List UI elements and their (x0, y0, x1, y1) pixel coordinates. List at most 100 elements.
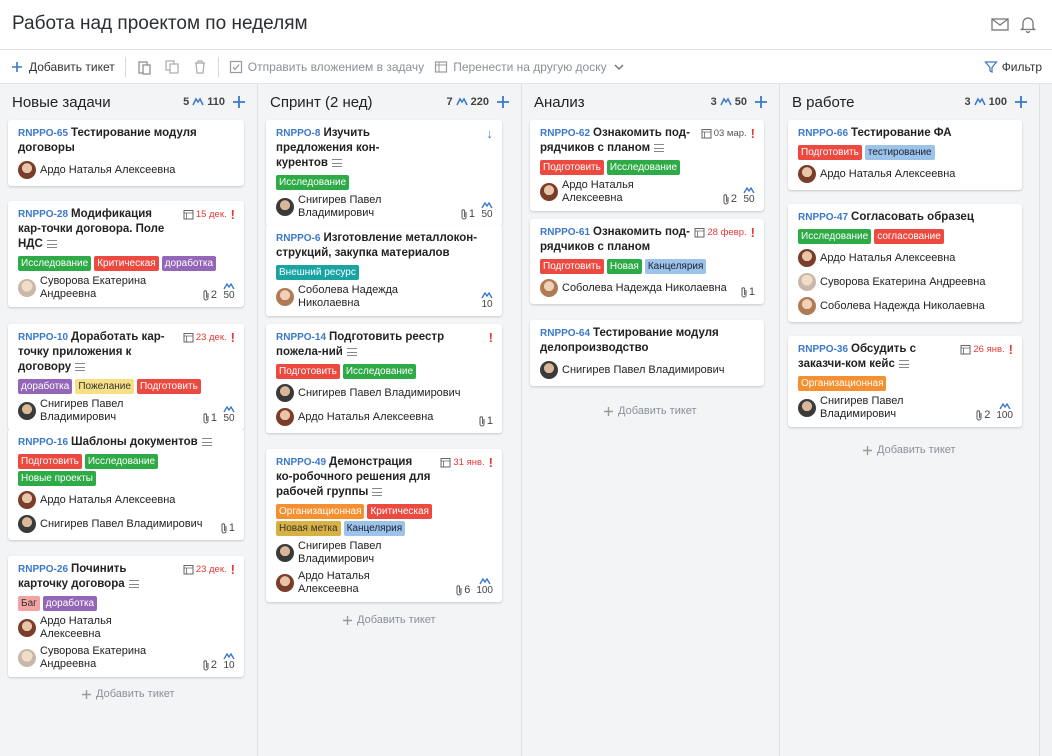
add-ticket-link[interactable]: Добавить тикет (862, 444, 956, 456)
tag-label[interactable]: Подготовить (18, 454, 82, 469)
paste-icon[interactable] (136, 59, 152, 75)
tag-label[interactable]: Канцелярия (644, 259, 707, 274)
ticket-card[interactable]: RNPPO-47 Согласовать образец Исследование с… (788, 204, 1022, 322)
ticket-id[interactable]: RNPPO-36 (798, 344, 848, 355)
avatar[interactable] (18, 161, 36, 179)
avatar[interactable] (798, 273, 816, 291)
tag-label[interactable]: Исследование (84, 454, 159, 469)
tag-label[interactable]: Исследование (342, 364, 417, 379)
ticket-card[interactable]: RNPPO-49 Демонстрация ко-робочного решени… (266, 449, 502, 602)
ticket-card[interactable]: RNPPO-8 Изучить предложения кон-курентов ↓… (266, 120, 502, 226)
tag-label[interactable]: Подготовить (540, 160, 604, 175)
add-ticket-link[interactable]: Добавить тикет (81, 688, 175, 700)
ticket-id[interactable]: RNPPO-28 (18, 209, 68, 220)
mail-icon[interactable] (990, 14, 1010, 34)
add-ticket-label: Добавить тикет (29, 59, 115, 74)
ticket-id[interactable]: RNPPO-62 (540, 128, 590, 139)
ticket-id[interactable]: RNPPO-61 (540, 227, 590, 238)
tag-label[interactable]: доработка (42, 596, 98, 611)
tag-label[interactable]: Новые проекты (18, 471, 96, 486)
avatar[interactable] (276, 544, 294, 562)
copy-icon[interactable] (164, 59, 180, 75)
add-card-plus-icon[interactable] (1013, 92, 1029, 112)
add-card-plus-icon[interactable] (753, 92, 769, 112)
add-card-plus-icon[interactable] (495, 92, 511, 112)
trash-icon[interactable] (192, 59, 208, 75)
avatar[interactable] (798, 399, 816, 417)
filter-button[interactable]: Фильтр (983, 50, 1042, 84)
ticket-card[interactable]: RNPPO-64 Тестирование модуля делопроизвод… (530, 320, 764, 386)
ticket-title: RNPPO-28 Модификация кар-точки договора. … (18, 207, 235, 252)
avatar[interactable] (18, 402, 36, 420)
add-card-plus-icon[interactable] (231, 92, 247, 112)
tag-label[interactable]: согласование (874, 229, 944, 244)
tag-label[interactable]: Организационная (798, 376, 887, 391)
ticket-card[interactable]: RNPPO-26 Починить карточку договора 23 дек… (8, 556, 244, 677)
ticket-card[interactable]: RNPPO-65 Тестирование модуля договоры Ардо… (8, 120, 244, 186)
avatar[interactable] (18, 491, 36, 509)
avatar[interactable] (540, 183, 558, 201)
due-date: 28 февр.! (694, 225, 755, 240)
tag-label[interactable]: Внешний ресурс (276, 265, 359, 280)
ticket-id[interactable]: RNPPO-6 (276, 233, 320, 244)
tag-label[interactable]: Исследование (606, 160, 681, 175)
tag-label[interactable]: Исследование (18, 256, 92, 271)
ticket-card[interactable]: RNPPO-62 Ознакомить под-рядчиков с планом… (530, 120, 764, 211)
tag-label[interactable]: Исследование (276, 175, 350, 190)
avatar[interactable] (798, 249, 816, 267)
ticket-id[interactable]: RNPPO-14 (276, 332, 326, 343)
ticket-card[interactable]: RNPPO-6 Изготовление металлокон-струкций,… (266, 225, 502, 316)
avatar[interactable] (18, 515, 36, 533)
tag-label[interactable]: Новая метка (276, 521, 341, 536)
ticket-id[interactable]: RNPPO-64 (540, 328, 590, 339)
ticket-card[interactable]: RNPPO-28 Модификация кар-точки договора. … (8, 201, 244, 307)
ticket-card[interactable]: RNPPO-66 Тестирование ФА Подготовить тестир… (788, 120, 1022, 190)
tag-label[interactable]: Критическая (94, 256, 159, 271)
tag-label[interactable]: Подготовить (276, 364, 340, 379)
avatar[interactable] (18, 619, 36, 637)
avatar[interactable] (798, 297, 816, 315)
ticket-id[interactable]: RNPPO-16 (18, 437, 68, 448)
tag-label[interactable]: Подготовить (136, 379, 201, 394)
avatar[interactable] (540, 279, 558, 297)
tag-label[interactable]: Пожелание (75, 379, 134, 394)
tag-label[interactable]: Критическая (367, 504, 432, 519)
tag-label[interactable]: доработка (161, 256, 217, 271)
avatar[interactable] (18, 649, 36, 667)
ticket-id[interactable]: RNPPO-47 (798, 212, 848, 223)
ticket-id[interactable]: RNPPO-66 (798, 128, 848, 139)
move-board-button[interactable]: Перенести на другую доску (434, 50, 624, 84)
ticket-id[interactable]: RNPPO-65 (18, 128, 68, 139)
ticket-id[interactable]: RNPPO-8 (276, 128, 320, 139)
tag-label[interactable]: доработка (18, 379, 73, 394)
tag-label[interactable]: Новая (606, 259, 642, 274)
tag-label[interactable]: Исследование (798, 229, 872, 244)
ticket-card[interactable]: RNPPO-36 Обсудить с заказчи-ком кейс 26 ян… (788, 336, 1022, 427)
tag-label[interactable]: Баг (18, 596, 40, 611)
avatar[interactable] (276, 384, 294, 402)
avatar[interactable] (276, 408, 294, 426)
tag-label[interactable]: тестирование (864, 145, 935, 160)
add-ticket-link[interactable]: Добавить тикет (342, 614, 436, 626)
ticket-card[interactable]: RNPPO-14 Подготовить реестр пожела-ний! По… (266, 324, 502, 433)
ticket-id[interactable]: RNPPO-26 (18, 564, 68, 575)
avatar[interactable] (18, 279, 36, 297)
avatar[interactable] (798, 165, 816, 183)
ticket-card[interactable]: RNPPO-16 Шаблоны документов Подготовить Исс… (8, 429, 244, 540)
send-attachment-button[interactable]: Отправить вложением в задачу (229, 50, 424, 84)
avatar[interactable] (276, 574, 294, 592)
ticket-card[interactable]: RNPPO-61 Ознакомить под-рядчиков с планом… (530, 219, 764, 304)
avatar[interactable] (276, 198, 294, 216)
ticket-card[interactable]: RNPPO-10 Доработать кар-точку приложения … (8, 324, 244, 430)
bell-icon[interactable] (1018, 14, 1038, 34)
add-ticket-button[interactable]: Добавить тикет (10, 50, 115, 84)
tag-label[interactable]: Подготовить (798, 145, 862, 160)
ticket-id[interactable]: RNPPO-10 (18, 332, 68, 343)
tag-label[interactable]: Канцелярия (343, 521, 406, 536)
tag-label[interactable]: Подготовить (540, 259, 604, 274)
avatar[interactable] (276, 288, 294, 306)
add-ticket-link[interactable]: Добавить тикет (603, 405, 697, 417)
avatar[interactable] (540, 361, 558, 379)
ticket-id[interactable]: RNPPO-49 (276, 457, 326, 468)
tag-label[interactable]: Организационная (276, 504, 365, 519)
